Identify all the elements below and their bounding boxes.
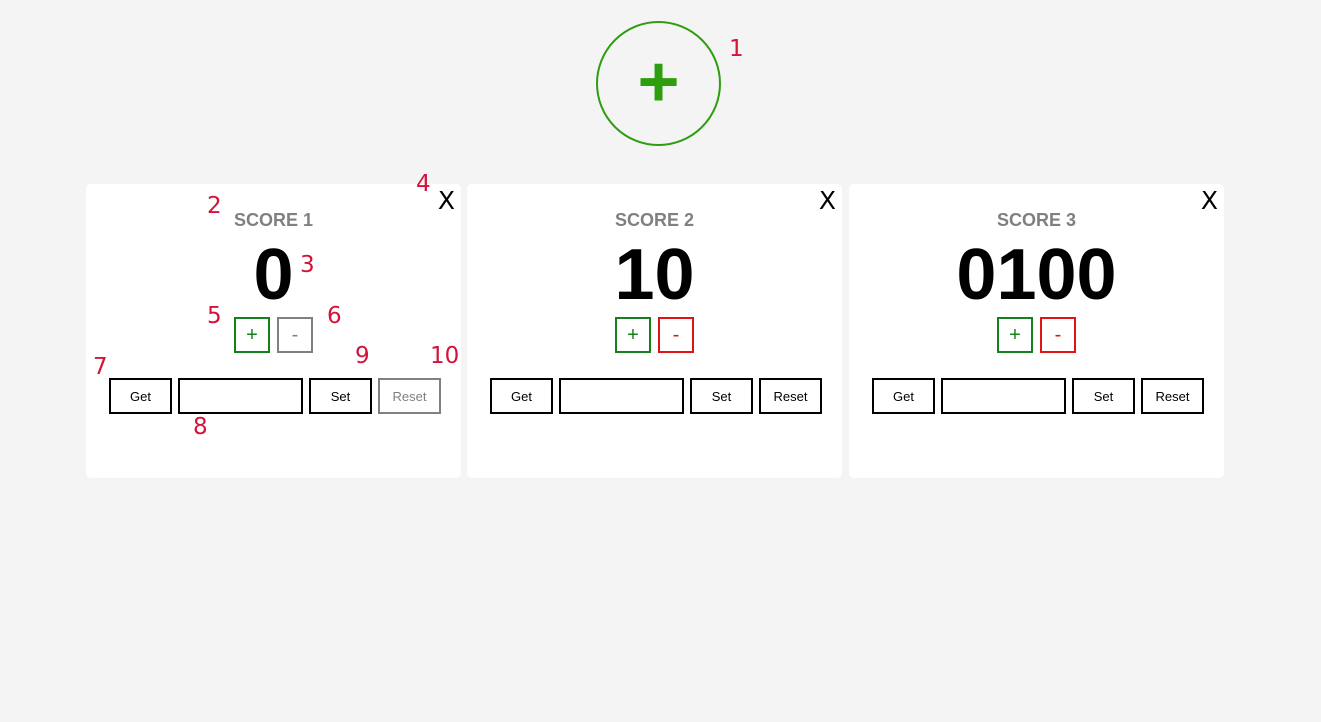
increment-button[interactable]: + [234,317,270,353]
annotation-marker: 3 [300,252,315,278]
score-card-3: X SCORE 3 0100 + - Get Set Reset [849,184,1224,478]
increment-button[interactable]: + [615,317,651,353]
score-value: 0 [253,235,294,315]
get-button[interactable]: Get [490,378,553,414]
decrement-button[interactable]: - [658,317,694,353]
score-value: 0100 [956,235,1117,315]
annotation-marker: 4 [416,171,431,197]
score-title: SCORE 1 [233,210,314,230]
score-title: SCORE 3 [996,210,1077,230]
annotation-marker: 6 [327,303,342,329]
reset-button[interactable]: Reset [759,378,822,414]
score-input[interactable] [178,378,303,414]
score-input[interactable] [559,378,684,414]
score-controls: Get Set Reset [872,378,1204,414]
score-input[interactable] [941,378,1066,414]
get-button[interactable]: Get [109,378,172,414]
increment-controls: + - [849,317,1224,353]
annotation-marker: 2 [207,193,222,219]
score-value: 10 [614,235,695,315]
decrement-button[interactable]: - [277,317,313,353]
reset-button[interactable]: Reset [1141,378,1204,414]
score-controls: Get Set Reset [490,378,822,414]
add-score-button[interactable]: + [596,21,721,146]
set-button[interactable]: Set [1072,378,1135,414]
increment-button[interactable]: + [997,317,1033,353]
annotation-marker: 7 [93,354,108,380]
reset-button[interactable]: Reset [378,378,441,414]
increment-controls: + - [86,317,461,353]
annotation-marker: 8 [193,414,208,440]
score-card-2: X SCORE 2 10 + - Get Set Reset [467,184,842,478]
score-title: SCORE 2 [614,210,695,230]
decrement-button[interactable]: - [1040,317,1076,353]
annotation-marker: 10 [430,343,460,369]
annotation-marker: 9 [355,343,370,369]
annotation-marker: 1 [729,36,744,62]
page: + X SCORE 1 0 + - Get Set Reset X SCORE … [0,0,1321,722]
increment-controls: + - [467,317,842,353]
plus-icon: + [637,41,680,122]
annotation-marker: 5 [207,303,222,329]
score-controls: Get Set Reset [109,378,441,414]
score-card-1: X SCORE 1 0 + - Get Set Reset [86,184,461,478]
get-button[interactable]: Get [872,378,935,414]
set-button[interactable]: Set [309,378,372,414]
set-button[interactable]: Set [690,378,753,414]
